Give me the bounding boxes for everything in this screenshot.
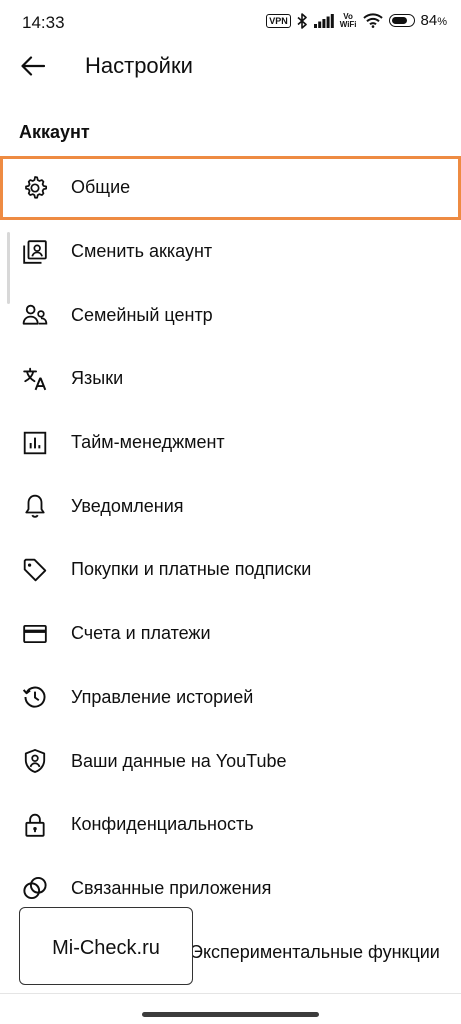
bluetooth-icon xyxy=(297,12,308,29)
watermark-bubble: Mi-Check.ru xyxy=(19,907,193,985)
family-icon xyxy=(22,302,48,328)
settings-list: Общие Сменить аккаунт Семейный центр Язы… xyxy=(0,156,461,984)
tag-icon xyxy=(22,557,48,583)
history-icon xyxy=(22,684,48,710)
item-label: Семейный центр xyxy=(71,304,213,325)
arrow-left-icon xyxy=(21,56,45,76)
item-label: Покупки и платные подписки xyxy=(71,559,312,580)
settings-item-time-management[interactable]: Тайм-менеджмент xyxy=(0,411,461,475)
settings-item-history[interactable]: Управление историей xyxy=(0,666,461,730)
back-button[interactable] xyxy=(14,52,52,80)
item-label: Конфиденциальность xyxy=(71,814,254,835)
settings-item-general[interactable]: Общие xyxy=(0,156,461,220)
settings-item-family-center[interactable]: Семейный центр xyxy=(0,283,461,347)
page-title: Настройки xyxy=(85,53,193,78)
section-header-account: Аккаунт xyxy=(19,122,90,142)
battery-percent: 84% xyxy=(420,12,447,29)
wifi-icon xyxy=(362,13,383,28)
switch-account-icon xyxy=(22,239,48,265)
linked-circles-icon xyxy=(22,875,48,901)
item-label: Счета и платежи xyxy=(71,623,211,644)
settings-item-languages[interactable]: Языки xyxy=(0,347,461,411)
shield-person-icon xyxy=(22,748,48,774)
item-label: Общие xyxy=(71,177,131,198)
battery-icon xyxy=(388,14,415,27)
settings-item-switch-account[interactable]: Сменить аккаунт xyxy=(0,220,461,284)
status-time: 14:33 xyxy=(22,13,65,32)
item-label: Управление историей xyxy=(71,686,254,707)
item-label: Связанные приложения xyxy=(71,877,272,898)
credit-card-icon xyxy=(22,621,48,647)
vpn-badge: VPN xyxy=(266,13,291,28)
settings-item-purchases[interactable]: Покупки и платные подписки xyxy=(0,538,461,602)
item-label: Экспериментальные функции xyxy=(190,941,440,962)
item-label: Сменить аккаунт xyxy=(71,241,213,262)
settings-item-notifications[interactable]: Уведомления xyxy=(0,474,461,538)
gear-icon xyxy=(22,175,48,201)
bottom-divider xyxy=(0,993,461,994)
bar-chart-icon xyxy=(22,430,48,456)
settings-item-your-data[interactable]: Ваши данные на YouTube xyxy=(0,729,461,793)
vowifi-indicator: Vo WiFi xyxy=(339,12,357,29)
item-label: Ваши данные на YouTube xyxy=(71,750,287,771)
lock-icon xyxy=(22,812,48,838)
item-label: Тайм-менеджмент xyxy=(71,432,225,453)
signal-icon xyxy=(313,13,334,28)
vowifi-line2: WiFi xyxy=(339,19,357,29)
item-label: Языки xyxy=(71,368,124,389)
translate-icon xyxy=(22,366,48,392)
app-header: Настройки xyxy=(0,40,461,92)
settings-item-billing[interactable]: Счета и платежи xyxy=(0,602,461,666)
status-icons: VPN Vo WiFi 84% xyxy=(266,12,447,29)
item-label: Уведомления xyxy=(71,495,184,516)
settings-item-privacy[interactable]: Конфиденциальность xyxy=(0,793,461,857)
watermark-text: Mi-Check.ru xyxy=(52,937,160,959)
home-indicator[interactable] xyxy=(142,1012,319,1017)
bell-icon xyxy=(22,493,48,519)
